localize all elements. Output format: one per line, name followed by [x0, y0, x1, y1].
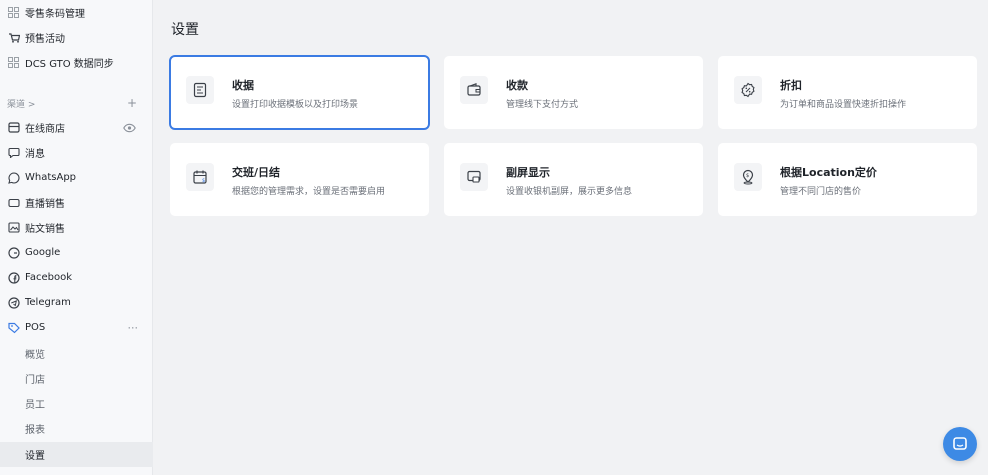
post-icon	[7, 221, 20, 234]
settings-card-receipt[interactable]: 收据 设置打印收据模板以及打印场景	[169, 55, 430, 130]
card-description: 管理线下支付方式	[506, 100, 579, 110]
card-title: 根据Location定价	[780, 166, 877, 179]
wallet-icon	[460, 76, 488, 104]
settings-card-discount[interactable]: 折扣 为订单和商品设置快速折扣操作	[718, 56, 977, 129]
sidebar-item-overview[interactable]: 概览	[0, 341, 153, 366]
whatsapp-icon	[7, 171, 20, 184]
shift-calendar-icon: $	[186, 163, 214, 191]
card-description: 设置收银机副屏，展示更多信息	[506, 187, 633, 197]
sidebar-item-label: 零售条码管理	[25, 9, 85, 20]
sidebar-item-label: 消息	[25, 149, 45, 160]
sidebar-item-barcode[interactable]: 零售条码管理	[0, 0, 153, 25]
sidebar-item-google[interactable]: Google	[0, 240, 153, 265]
more-icon[interactable]: ···	[128, 321, 139, 334]
location-price-icon: $	[734, 163, 762, 191]
sidebar-item-post-sales[interactable]: 贴文销售	[0, 215, 153, 240]
card-title: 交班/日结	[232, 166, 281, 179]
card-description: 根据您的管理需求，设置是否需要启用	[232, 187, 386, 197]
sidebar-item-label: 贴文销售	[25, 224, 65, 235]
sidebar-item-pos[interactable]: POS ···	[0, 315, 153, 340]
card-title: 收款	[506, 79, 528, 92]
message-icon	[7, 146, 20, 159]
sidebar-item-live-sales[interactable]: 直播销售	[0, 190, 153, 215]
channels-header[interactable]: 渠道 > +	[7, 95, 147, 111]
presale-icon	[7, 31, 20, 44]
card-title: 副屏显示	[506, 166, 550, 179]
card-title: 收据	[232, 79, 254, 92]
sidebar-item-label: POS	[25, 322, 46, 333]
sidebar-item-label: 设置	[25, 451, 45, 462]
sidebar-item-dcs-sync[interactable]: DCS GTO 数据同步	[0, 50, 153, 75]
telegram-icon	[7, 296, 20, 309]
sidebar-item-telegram[interactable]: Telegram	[0, 290, 153, 315]
sidebar-item-label: 门店	[25, 375, 45, 386]
sidebar-item-label: WhatsApp	[25, 172, 77, 183]
main-content: 设置 收据 设置打印收据模板以及打印场景 收款 管理线下支付方式 折扣 为订单和…	[154, 0, 988, 475]
sidebar-item-label: 预售活动	[25, 34, 65, 45]
live-icon	[7, 196, 20, 209]
chat-support-button[interactable]	[943, 427, 977, 461]
barcode-icon	[7, 6, 20, 19]
card-title: 折扣	[780, 79, 802, 92]
sidebar-item-messages[interactable]: 消息	[0, 140, 153, 165]
settings-card-second-screen[interactable]: 副屏显示 设置收银机副屏，展示更多信息	[444, 143, 703, 216]
pos-icon	[7, 321, 20, 334]
card-description: 管理不同门店的售价	[780, 187, 862, 197]
sidebar-item-whatsapp[interactable]: WhatsApp	[0, 165, 153, 190]
settings-card-location-pricing[interactable]: $ 根据Location定价 管理不同门店的售价	[718, 143, 977, 216]
svg-text:$: $	[202, 178, 205, 184]
sidebar-item-label: 直播销售	[25, 199, 65, 210]
google-icon	[7, 246, 20, 259]
sidebar-item-reports[interactable]: 报表	[0, 416, 153, 441]
sidebar-item-stores[interactable]: 门店	[0, 366, 153, 391]
page-title: 设置	[171, 22, 199, 38]
sidebar-item-label: 员工	[25, 400, 45, 411]
chat-icon	[952, 436, 968, 452]
card-description: 为订单和商品设置快速折扣操作	[780, 100, 907, 110]
sidebar-item-label: 报表	[25, 425, 45, 436]
add-channel-button[interactable]: +	[127, 95, 137, 111]
discount-icon	[734, 76, 762, 104]
sidebar-item-settings[interactable]: 设置	[0, 442, 153, 467]
receipt-icon	[186, 76, 214, 104]
settings-card-payment[interactable]: 收款 管理线下支付方式	[444, 56, 703, 129]
sidebar-item-staff[interactable]: 员工	[0, 391, 153, 416]
sidebar-item-presale[interactable]: 预售活动	[0, 25, 153, 50]
store-icon	[7, 121, 20, 134]
sidebar-item-label: Facebook	[25, 272, 72, 283]
sidebar-item-label: Google	[25, 247, 61, 258]
facebook-icon	[7, 271, 20, 284]
sidebar-item-facebook[interactable]: Facebook	[0, 265, 153, 290]
sync-icon	[7, 56, 20, 69]
eye-icon[interactable]	[123, 123, 136, 132]
sidebar-item-label: Telegram	[25, 297, 71, 308]
sidebar-item-label: DCS GTO 数据同步	[25, 59, 114, 70]
sidebar-item-label: 概览	[25, 350, 45, 361]
sidebar-item-online-store[interactable]: 在线商店	[0, 115, 153, 140]
card-description: 设置打印收据模板以及打印场景	[232, 100, 359, 110]
sidebar-item-label: 在线商店	[25, 124, 65, 135]
second-screen-icon	[460, 163, 488, 191]
sidebar: 零售条码管理 预售活动 DCS GTO 数据同步 渠道 > + 在线商店 消息	[0, 0, 153, 475]
channels-label: 渠道 >	[7, 99, 36, 110]
settings-card-shift[interactable]: $ 交班/日结 根据您的管理需求，设置是否需要启用	[170, 143, 429, 216]
svg-text:$: $	[746, 173, 749, 179]
